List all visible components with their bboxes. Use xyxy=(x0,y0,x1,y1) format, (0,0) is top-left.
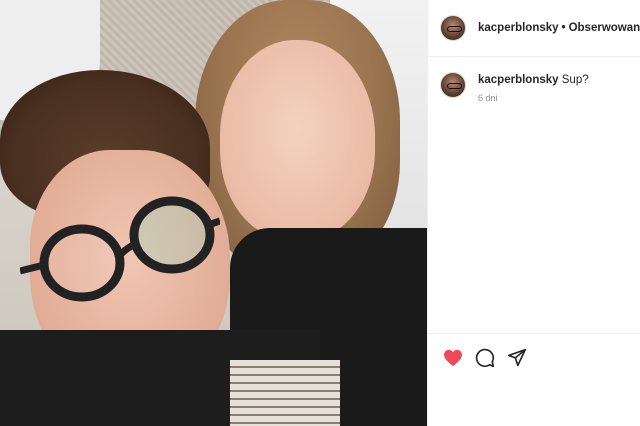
post-photo[interactable] xyxy=(0,0,427,426)
heart-filled-icon xyxy=(444,349,462,366)
caption-username-link[interactable]: kacperblonsky xyxy=(478,74,559,86)
following-button[interactable]: Obserwowanie xyxy=(569,22,640,34)
share-button[interactable] xyxy=(502,346,532,370)
instagram-post-modal: kacperblonsky • Obserwowanie kacperblons… xyxy=(0,0,640,426)
photo-plaid-collar xyxy=(230,360,340,426)
caption-line: kacperblonsky Sup? xyxy=(478,72,589,88)
post-header: kacperblonsky • Obserwowanie xyxy=(428,0,640,57)
comment-bubble-icon xyxy=(475,348,495,367)
paper-plane-icon xyxy=(507,348,527,367)
post-actions-bar xyxy=(428,333,640,373)
caption-timestamp[interactable]: 6 dni xyxy=(478,93,589,103)
caption-text: Sup? xyxy=(561,74,589,86)
author-username-link[interactable]: kacperblonsky xyxy=(478,22,559,34)
photo-girl-face xyxy=(220,40,375,240)
caption-body: kacperblonsky Sup? 6 dni xyxy=(478,72,589,103)
comment-button[interactable] xyxy=(470,346,500,370)
photo-glasses xyxy=(20,196,220,302)
header-separator: • xyxy=(561,22,566,34)
caption-comment: kacperblonsky Sup? 6 dni xyxy=(428,57,640,103)
caption-author-avatar[interactable] xyxy=(440,72,466,98)
like-button[interactable] xyxy=(438,346,468,370)
post-side-panel: kacperblonsky • Obserwowanie kacperblons… xyxy=(427,0,640,426)
author-avatar[interactable] xyxy=(440,15,466,41)
